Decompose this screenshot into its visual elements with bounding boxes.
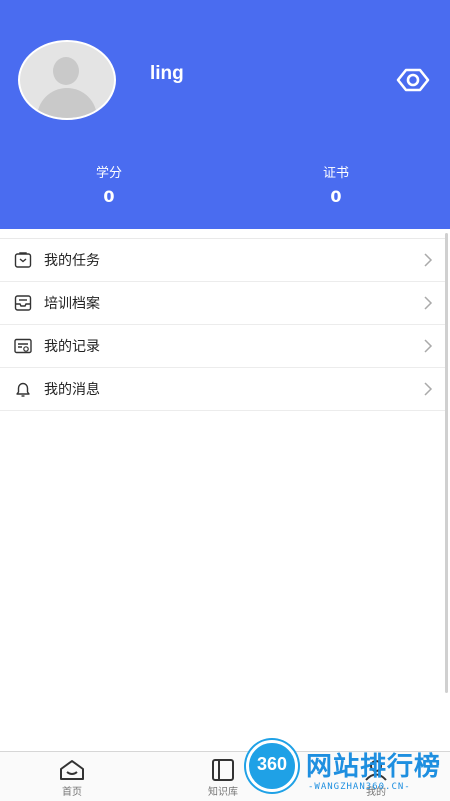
tab-home-label: 首页 [62, 787, 82, 798]
scrollbar[interactable] [445, 233, 448, 693]
menu-item-label: 我的任务 [44, 253, 100, 269]
menu-item-my-messages[interactable]: 我的消息 [0, 368, 445, 411]
certificates-label: 证书 [322, 166, 349, 181]
record-card-icon [14, 338, 32, 354]
book-icon [212, 759, 234, 781]
menu-item-my-tasks[interactable]: 我的任务 [0, 239, 445, 282]
watermark-badge-text: 360 [256, 754, 288, 774]
watermark-subtitle: -WANGZHAN360.CN- [308, 782, 411, 792]
watermark: 360 网站排行榜 -WANGZHAN360.CN- [238, 736, 450, 800]
tab-home[interactable]: 首页 [37, 758, 107, 798]
bell-icon [16, 382, 30, 397]
profile-header: ling 学分 0 证书 0 [0, 0, 450, 229]
task-bag-icon [14, 252, 32, 268]
watermark-badge: 360 [246, 740, 298, 792]
menu-item-my-records[interactable]: 我的记录 [0, 325, 445, 368]
eye-icon[interactable] [396, 66, 430, 94]
username: ling [150, 63, 184, 84]
credits-label: 学分 [95, 166, 122, 181]
watermark-title: 网站排行榜 [306, 752, 442, 782]
chevron-right-icon [424, 253, 433, 267]
avatar[interactable] [18, 40, 116, 120]
chevron-right-icon [424, 382, 433, 396]
menu-item-label: 培训档案 [44, 296, 100, 312]
menu-item-label: 我的消息 [44, 382, 100, 398]
profile-menu: 我的任务 培训档案 我的记录 我的消息 [0, 238, 445, 411]
certificates-value: 0 [330, 187, 342, 206]
home-icon [60, 760, 84, 780]
chevron-right-icon [424, 339, 433, 353]
menu-item-training-archive[interactable]: 培训档案 [0, 282, 445, 325]
menu-item-label: 我的记录 [44, 339, 100, 355]
archive-tray-icon [14, 295, 32, 311]
chevron-right-icon [424, 296, 433, 310]
certificates-stat[interactable]: 证书 0 [286, 162, 386, 206]
credits-value: 0 [103, 187, 115, 206]
credits-stat[interactable]: 学分 0 [59, 162, 159, 206]
